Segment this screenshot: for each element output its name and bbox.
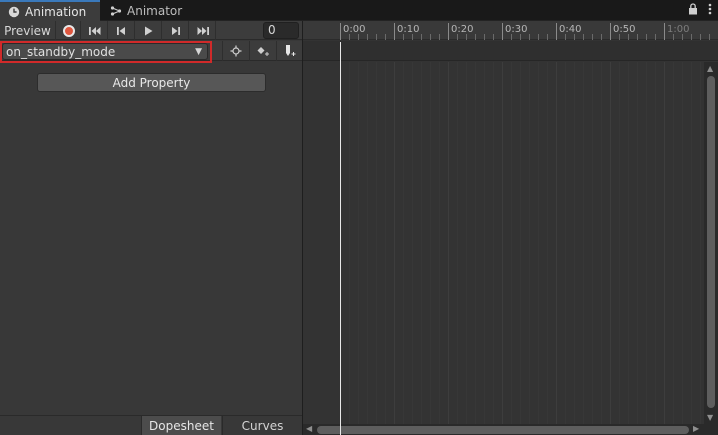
add-event-icon: [285, 45, 295, 56]
dopesheet-grid[interactable]: [303, 62, 704, 424]
add-property-button[interactable]: Add Property: [37, 73, 266, 92]
scroll-left-icon[interactable]: ◀: [306, 424, 312, 433]
playhead[interactable]: [340, 42, 341, 435]
tab-curves[interactable]: Curves: [222, 416, 302, 435]
add-keyframe-icon: [257, 47, 269, 56]
playback-toolbar: Preview 0: [0, 21, 302, 40]
play-button[interactable]: [136, 21, 162, 40]
first-keyframe-icon: [88, 26, 100, 35]
previous-keyframe-button[interactable]: [109, 21, 135, 40]
first-keyframe-button[interactable]: [82, 21, 108, 40]
time-label-40: 0:40: [559, 24, 582, 35]
filter-by-selection-icon: [230, 45, 241, 57]
vertical-scrollbar[interactable]: ▲ ▼: [704, 62, 718, 424]
record-icon: [62, 24, 75, 37]
time-label-30: 0:30: [505, 24, 528, 35]
time-label-60: 1:00: [667, 24, 690, 35]
scroll-down-icon[interactable]: ▼: [707, 413, 713, 422]
last-keyframe-button[interactable]: [190, 21, 216, 40]
tab-animation[interactable]: Animation: [0, 0, 100, 21]
play-icon: [145, 26, 153, 35]
grid-lines: [340, 62, 701, 424]
add-event-button[interactable]: [276, 41, 302, 61]
record-button[interactable]: [57, 21, 81, 40]
frame-input[interactable]: 0: [263, 22, 299, 39]
timeline-panel: 0:00 0:10 0:20 0:30 0:40 0:50 1:00 ▲ ▼ ◀…: [303, 21, 718, 435]
horizontal-scroll-thumb[interactable]: [317, 426, 689, 434]
time-label-50: 0:50: [613, 24, 636, 35]
preview-button[interactable]: Preview: [0, 21, 56, 40]
add-keyframe-button[interactable]: [249, 41, 275, 61]
view-mode-tabs: Dopesheet Curves: [0, 415, 302, 435]
last-keyframe-icon: [197, 26, 209, 35]
event-track[interactable]: [303, 41, 718, 61]
time-label-10: 0:10: [397, 24, 420, 35]
window-tab-bar: Animation Animator: [0, 0, 718, 21]
time-label-0: 0:00: [343, 24, 366, 35]
animator-graph-icon: [110, 5, 122, 17]
next-keyframe-button[interactable]: [163, 21, 189, 40]
scroll-up-icon[interactable]: ▲: [707, 64, 713, 73]
kebab-menu-icon[interactable]: [708, 3, 712, 18]
animation-left-panel: Preview 0 on_standby_mode ▼ Add Property…: [0, 21, 302, 435]
tab-animation-label: Animation: [25, 4, 87, 19]
vertical-scroll-thumb[interactable]: [707, 76, 715, 408]
clip-dropdown-highlight: [0, 41, 212, 63]
clock-icon: [8, 6, 20, 18]
previous-keyframe-icon: [117, 26, 125, 35]
horizontal-scrollbar[interactable]: ◀ ▶: [303, 424, 718, 435]
tab-animator[interactable]: Animator: [102, 0, 192, 21]
time-ruler[interactable]: 0:00 0:10 0:20 0:30 0:40 0:50 1:00: [303, 21, 718, 40]
tab-dopesheet[interactable]: Dopesheet: [141, 416, 221, 435]
scroll-right-icon[interactable]: ▶: [693, 424, 699, 433]
window-tools: [688, 3, 712, 18]
filter-by-selection-button[interactable]: [222, 41, 248, 61]
time-label-20: 0:20: [451, 24, 474, 35]
lock-icon[interactable]: [688, 3, 698, 18]
next-keyframe-icon: [172, 26, 180, 35]
tab-animator-label: Animator: [127, 3, 183, 18]
clip-toolbar: on_standby_mode ▼: [0, 41, 302, 63]
